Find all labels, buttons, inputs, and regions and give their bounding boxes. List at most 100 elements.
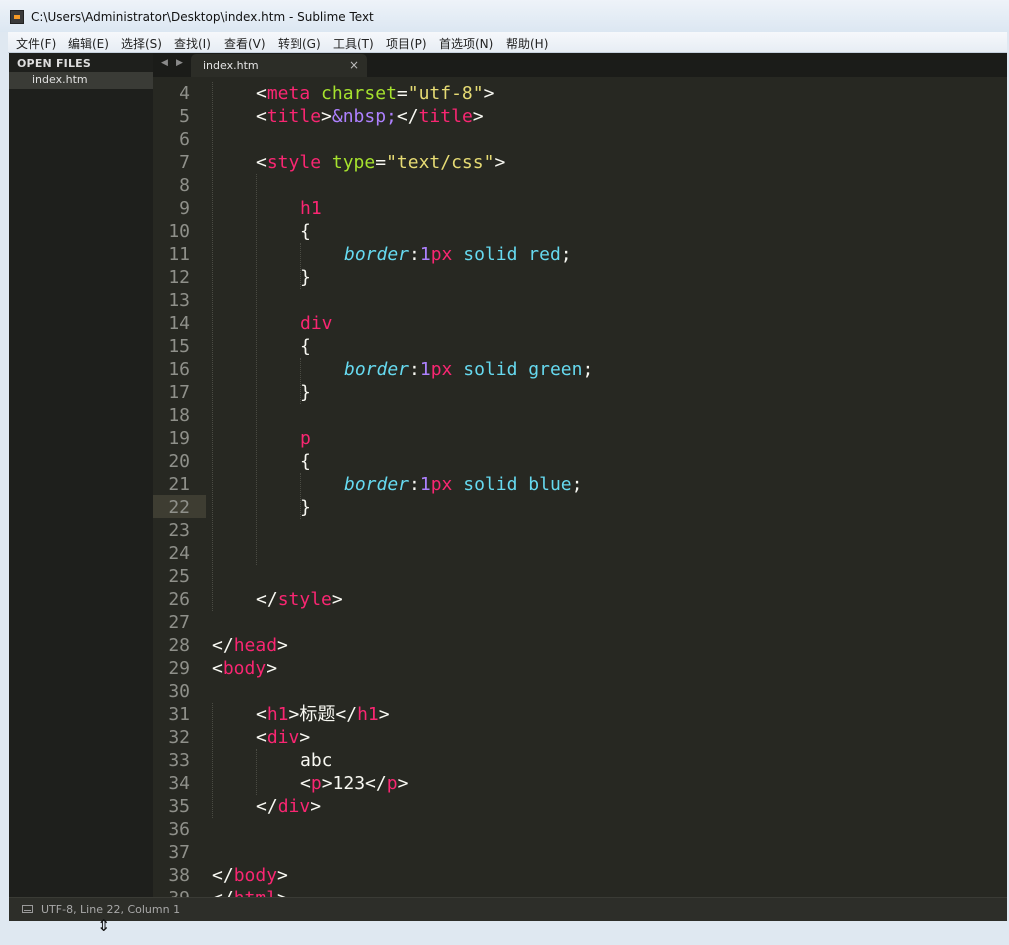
token-tag: h1 [357, 704, 379, 725]
line-number: 30 [168, 681, 190, 702]
line-number: 16 [168, 359, 190, 380]
line-number: 37 [168, 842, 190, 863]
token-punc [517, 474, 528, 495]
token-punc: = [396, 83, 408, 104]
token-kw: solid [463, 359, 518, 380]
token-prop: border [344, 474, 410, 495]
menu-help[interactable]: 帮助(H) [506, 35, 548, 52]
indent-guide [300, 358, 301, 404]
code-text: </head> [212, 634, 288, 657]
token-str: "text/css" [386, 152, 495, 173]
panel-toggle-icon[interactable] [22, 905, 33, 913]
menu-preferences[interactable]: 首选项(N) [439, 35, 493, 52]
token-punc: > [494, 152, 506, 173]
token-punc: > [310, 796, 322, 817]
line-number: 21 [168, 474, 190, 495]
tab-scroll-right-icon[interactable]: ▶ [176, 58, 183, 68]
code-text: </html> [212, 887, 288, 897]
line-number: 17 [168, 382, 190, 403]
status-bar: UTF-8, Line 22, Column 1 [9, 897, 1007, 921]
sublime-text-icon [10, 10, 24, 24]
token-attr: type [331, 152, 376, 173]
line-number: 23 [168, 520, 190, 541]
line-number: 10 [168, 221, 190, 242]
token-kw: green [528, 359, 583, 380]
code-line: 16 border:1px solid green; [153, 358, 1007, 381]
token-prop: border [344, 359, 410, 380]
code-line: 8 [153, 174, 1007, 197]
token-tag: style [266, 152, 322, 173]
token-num: 1 [419, 244, 431, 265]
code-line: 36 [153, 818, 1007, 841]
menu-edit[interactable]: 编辑(E) [68, 35, 109, 52]
tab-scroll-left-icon[interactable]: ◀ [161, 58, 168, 68]
token-punc: > [321, 773, 333, 794]
sidebar: OPEN FILES index.htm [9, 53, 153, 897]
menu-find[interactable]: 查找(I) [174, 35, 211, 52]
line-number: 39 [153, 887, 190, 897]
menu-selection[interactable]: 选择(S) [121, 35, 162, 52]
token-punc: > [277, 888, 288, 897]
token-punc: </ [396, 106, 419, 127]
menu-tools[interactable]: 工具(T) [333, 35, 374, 52]
code-text: </body> [212, 864, 288, 887]
code-line: 25 [153, 565, 1007, 588]
token-tag: head [233, 635, 278, 656]
close-icon[interactable]: × [349, 58, 359, 72]
token-punc [517, 359, 528, 380]
line-number: 7 [179, 152, 190, 173]
code-text: <h1>标题</h1> [256, 703, 390, 726]
token-tag: style [277, 589, 332, 610]
code-text: border:1px solid blue; [344, 473, 582, 496]
menu-file[interactable]: 文件(F) [16, 35, 56, 52]
token-tag: p [300, 428, 311, 449]
line-number: 14 [168, 313, 190, 334]
tab-index-htm[interactable]: index.htm × [191, 54, 367, 77]
token-punc: ; [571, 474, 583, 495]
code-line: 17} [153, 381, 1007, 404]
token-punc: < [256, 83, 267, 104]
code-line: 35 </div> [153, 795, 1007, 818]
menu-view[interactable]: 查看(V) [224, 35, 266, 52]
menu-project[interactable]: 项目(P) [386, 35, 427, 52]
token-punc: = [375, 152, 387, 173]
token-text: 123 [332, 773, 366, 794]
code-editor[interactable]: 4 <meta charset="utf-8"> 5 <title>&nbsp;</t… [153, 77, 1007, 897]
token-punc: > [321, 106, 332, 127]
token-punc [310, 83, 321, 104]
line-number: 11 [168, 244, 190, 265]
token-tag: div [277, 796, 311, 817]
code-line: 20 { [153, 450, 1007, 473]
indent-guide [300, 243, 301, 289]
line-number: 20 [168, 451, 190, 472]
line-number: 26 [168, 589, 190, 610]
code-text: } [300, 381, 311, 404]
token-prop: border [344, 244, 410, 265]
token-punc: < [256, 152, 267, 173]
token-punc [321, 152, 332, 173]
token-punc: > [378, 704, 390, 725]
sidebar-file-index[interactable]: index.htm [9, 72, 153, 89]
code-text: h1 [300, 197, 322, 220]
code-text: <meta charset="utf-8"> [256, 82, 494, 105]
code-line: 22} [153, 496, 1007, 519]
code-line: 26 </style> [153, 588, 1007, 611]
token-punc: } [300, 382, 311, 403]
line-number: 29 [168, 658, 190, 679]
token-punc: < [256, 704, 267, 725]
code-line: 15 { [153, 335, 1007, 358]
line-number: 4 [179, 83, 190, 104]
code-line: 24 [153, 542, 1007, 565]
code-line: 13 [153, 289, 1007, 312]
code-text: <title>&nbsp;</title> [256, 105, 484, 128]
code-line: 7 <style type="text/css"> [153, 151, 1007, 174]
token-punc: </ [335, 704, 358, 725]
indent-guide [212, 82, 213, 611]
code-text: <div> [256, 726, 310, 749]
token-kw: blue [528, 474, 572, 495]
token-tag: body [222, 658, 267, 679]
menu-bar: 文件(F) 编辑(E) 选择(S) 查找(I) 查看(V) 转到(G) 工具(T… [8, 32, 1007, 53]
code-line: 39 </html> [153, 887, 1007, 897]
line-number: 34 [168, 773, 190, 794]
menu-goto[interactable]: 转到(G) [278, 35, 321, 52]
